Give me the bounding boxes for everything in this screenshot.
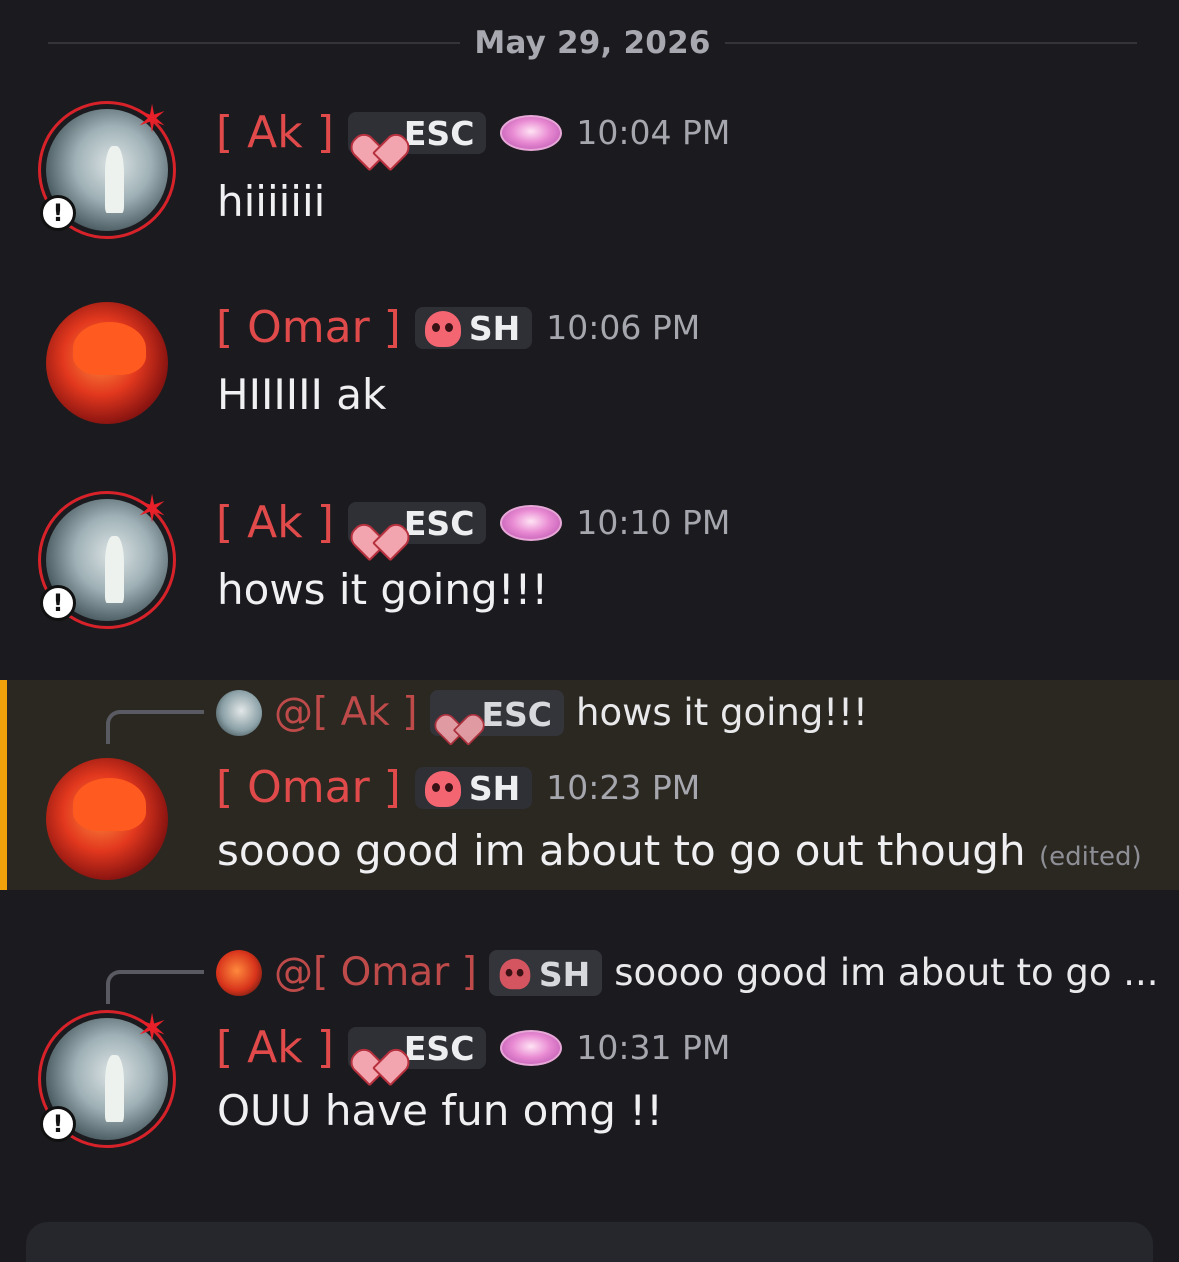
alert-icon: !	[40, 195, 76, 231]
avatar[interactable]	[46, 302, 168, 424]
heart-icon	[358, 117, 396, 151]
message-text: soooo good im about to go out though (ed…	[217, 826, 1142, 882]
skull-icon	[424, 771, 461, 807]
role-tag-label: ESC	[403, 504, 475, 543]
message-item[interactable]: ✶ ! [ Ak ] ESC 10:04 PM hiiiiiii	[0, 95, 1179, 265]
message-item[interactable]: ✶ ! [ Ak ] ESC 10:10 PM hows it going!!!	[0, 485, 1179, 655]
reply-avatar	[216, 690, 262, 736]
reply-mention[interactable]: @[ Ak ]	[274, 691, 418, 735]
heart-icon	[358, 507, 396, 541]
heart-icon	[358, 1032, 396, 1066]
message-item[interactable]: [ Omar ] SH 10:06 PM HIIIIII ak	[0, 290, 1179, 460]
message-text: hiiiiiii	[217, 177, 326, 226]
role-tag[interactable]: ESC	[347, 502, 487, 544]
skull-icon	[499, 958, 531, 990]
reply-text: soooo good im about to go ...	[614, 951, 1159, 994]
reply-preview[interactable]: @[ Omar ] SH soooo good im about to go .…	[216, 950, 1159, 996]
role-tag[interactable]: ESC	[347, 112, 487, 154]
role-tag-label: SH	[468, 769, 521, 808]
divider-line-right	[724, 42, 1138, 44]
reply-mention[interactable]: @[ Omar ]	[274, 951, 477, 995]
timestamp: 10:10 PM	[576, 503, 731, 542]
fiovivor-badge-icon[interactable]	[500, 505, 563, 541]
username[interactable]: [ Omar ]	[216, 304, 401, 352]
reply-text: hows it going!!!	[576, 691, 868, 734]
divider-line-left	[48, 42, 461, 44]
alert-icon: !	[40, 1106, 76, 1142]
role-tag[interactable]: SH	[414, 767, 533, 809]
skull-icon	[424, 311, 461, 347]
message-composer[interactable]	[26, 1222, 1153, 1262]
reply-role-tag-label: ESC	[481, 694, 553, 734]
date-divider: May 29, 2026	[48, 22, 1138, 64]
message-text: hows it going!!!	[217, 565, 549, 614]
reply-avatar	[216, 950, 262, 996]
date-divider-label: May 29, 2026	[474, 25, 711, 61]
message-item-highlighted[interactable]: @[ Ak ] ESC hows it going!!! [ Omar ] SH…	[0, 680, 1179, 890]
anger-mark-icon: ✶	[136, 1006, 168, 1050]
anger-mark-icon: ✶	[136, 97, 168, 141]
avatar[interactable]	[46, 758, 168, 880]
role-tag-label: SH	[468, 309, 521, 348]
fiovivor-badge-icon[interactable]	[500, 1030, 563, 1066]
message-item[interactable]: @[ Omar ] SH soooo good im about to go .…	[0, 940, 1179, 1160]
fiovivor-badge-icon[interactable]	[500, 115, 563, 151]
username[interactable]: [ Omar ]	[216, 764, 401, 812]
reply-role-tag: SH	[488, 950, 603, 996]
alert-icon: !	[40, 585, 76, 621]
reply-connector	[106, 710, 204, 744]
role-tag-label: ESC	[403, 114, 475, 153]
username[interactable]: [ Ak ]	[216, 1024, 334, 1072]
timestamp: 10:04 PM	[576, 113, 731, 152]
role-tag-label: ESC	[403, 1029, 475, 1068]
message-text: OUU have fun omg !!	[217, 1086, 663, 1135]
timestamp: 10:31 PM	[576, 1028, 731, 1067]
role-tag[interactable]: ESC	[347, 1027, 487, 1069]
heart-icon	[440, 700, 472, 729]
username[interactable]: [ Ak ]	[216, 499, 334, 547]
reply-preview[interactable]: @[ Ak ] ESC hows it going!!!	[216, 690, 868, 736]
role-tag[interactable]: SH	[414, 307, 533, 349]
edited-label: (edited)	[1038, 842, 1142, 872]
timestamp: 10:06 PM	[546, 308, 701, 347]
username[interactable]: [ Ak ]	[216, 109, 334, 157]
reply-connector	[106, 970, 204, 1004]
timestamp: 10:23 PM	[546, 768, 701, 807]
reply-role-tag: ESC	[429, 690, 565, 736]
message-body: soooo good im about to go out though	[217, 826, 1026, 875]
message-text: HIIIIII ak	[217, 370, 387, 419]
anger-mark-icon: ✶	[136, 487, 168, 531]
reply-role-tag-label: SH	[538, 954, 591, 994]
